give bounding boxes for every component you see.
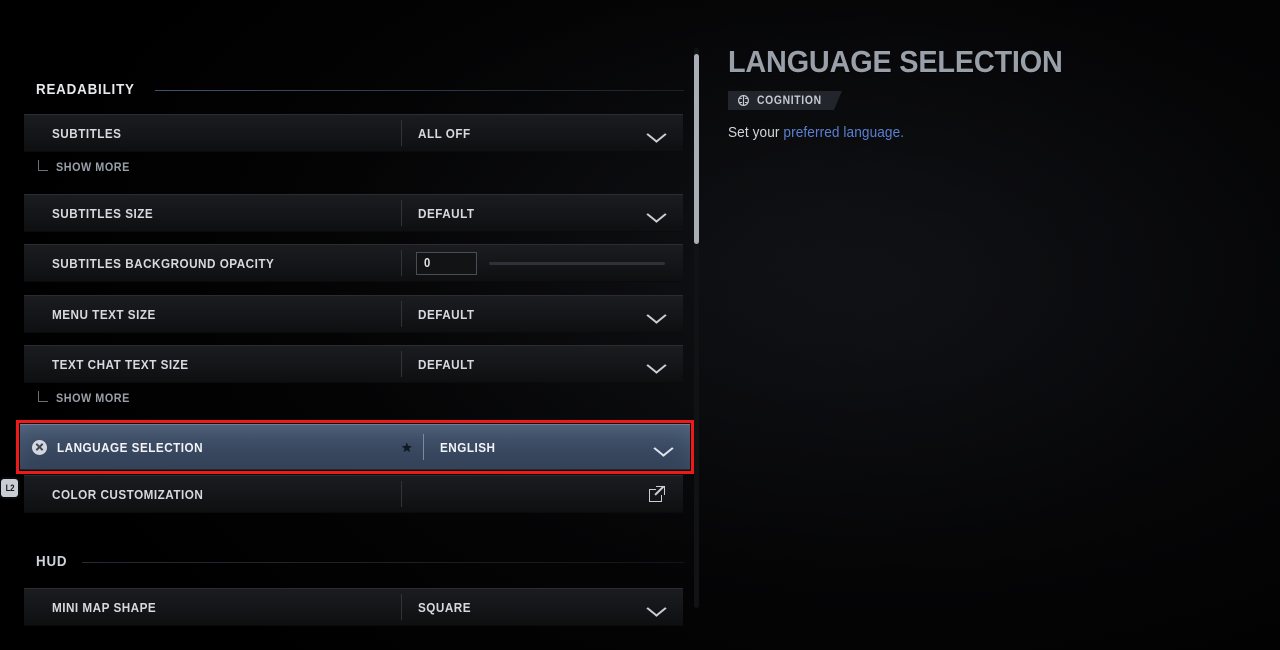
description-plain: Set your	[728, 125, 784, 141]
row-value-area[interactable]: 0	[402, 251, 683, 275]
external-link-icon[interactable]	[649, 485, 666, 502]
settings-list-pane: READABILITY SUBTITLES ALL OFF SHOW MORE …	[0, 0, 710, 650]
chevron-down-icon[interactable]	[648, 602, 665, 612]
setting-value: DEFAULT	[418, 205, 475, 221]
category-badge-label: COGNITION	[757, 94, 822, 107]
setting-label: LANGUAGE SELECTION	[57, 439, 204, 455]
setting-row-language-selection[interactable]: LANGUAGE SELECTION ★ ENGLISH	[20, 424, 690, 470]
row-value-area[interactable]: ALL OFF	[402, 126, 683, 141]
controller-button-label: L2	[5, 483, 14, 493]
setting-row-subtitles-size[interactable]: SUBTITLES SIZE DEFAULT	[24, 194, 683, 232]
setting-row-subtitles[interactable]: SUBTITLES ALL OFF	[24, 114, 683, 152]
row-value-area[interactable]: SQUARE	[402, 600, 683, 615]
ext-arrow	[655, 486, 665, 496]
chevron-down-icon[interactable]	[655, 442, 672, 452]
setting-value: ENGLISH	[439, 439, 496, 455]
category-badge: COGNITION	[728, 91, 842, 110]
row-label-area: SUBTITLES BACKGROUND OPACITY	[24, 256, 401, 271]
row-value-area[interactable]: DEFAULT	[402, 206, 683, 221]
row-label-area: SUBTITLES	[24, 126, 401, 141]
setting-row-color-customization[interactable]: COLOR CUSTOMIZATION	[24, 475, 683, 513]
tree-corner-icon	[38, 160, 48, 171]
favorite-star-icon[interactable]: ★	[401, 441, 413, 454]
tree-corner-icon	[38, 391, 48, 402]
row-label-area: TEXT CHAT TEXT SIZE	[24, 357, 401, 372]
setting-row-text-chat-text-size[interactable]: TEXT CHAT TEXT SIZE DEFAULT	[24, 345, 683, 383]
section-header-hud: HUD	[36, 554, 684, 570]
settings-screen: READABILITY SUBTITLES ALL OFF SHOW MORE …	[0, 0, 1280, 650]
opacity-value: 0	[424, 256, 431, 270]
chevron-down-icon[interactable]	[648, 208, 665, 218]
row-label-area: LANGUAGE SELECTION	[20, 439, 401, 455]
show-more-text-chat[interactable]: SHOW MORE	[38, 388, 138, 408]
setting-row-menu-text-size[interactable]: MENU TEXT SIZE DEFAULT	[24, 295, 683, 333]
description-text: Set your preferred language.	[728, 125, 1217, 141]
row-value-area[interactable]: DEFAULT	[402, 357, 683, 372]
restricted-icon	[32, 439, 47, 455]
chevron-down-icon[interactable]	[648, 359, 665, 369]
row-label-area: COLOR CUSTOMIZATION	[24, 487, 401, 502]
description-highlight: preferred language.	[783, 125, 905, 141]
setting-label: TEXT CHAT TEXT SIZE	[52, 356, 189, 372]
show-more-subtitles[interactable]: SHOW MORE	[38, 157, 138, 177]
controller-button-l2[interactable]: L2	[1, 479, 18, 497]
setting-value: SQUARE	[418, 599, 472, 615]
setting-label: SUBTITLES SIZE	[52, 205, 154, 221]
setting-row-mini-map-shape[interactable]: MINI MAP SHAPE SQUARE	[24, 588, 683, 626]
setting-label: SUBTITLES BACKGROUND OPACITY	[52, 255, 275, 271]
setting-label: MENU TEXT SIZE	[52, 306, 156, 322]
opacity-number-input[interactable]: 0	[416, 251, 477, 275]
setting-label: MINI MAP SHAPE	[52, 599, 157, 615]
show-more-label: SHOW MORE	[56, 391, 130, 405]
chevron-down-icon[interactable]	[648, 309, 665, 319]
row-value-area[interactable]: DEFAULT	[402, 307, 683, 322]
setting-row-subtitles-background-opacity[interactable]: SUBTITLES BACKGROUND OPACITY 0	[24, 244, 683, 282]
setting-label: COLOR CUSTOMIZATION	[52, 486, 204, 502]
setting-value: DEFAULT	[418, 356, 475, 372]
row-value-area[interactable]: ENGLISH	[424, 440, 690, 455]
cognition-icon	[737, 94, 750, 107]
page-title: LANGUAGE SELECTION	[728, 44, 1063, 79]
section-title: HUD	[36, 554, 68, 570]
row-label-area: SUBTITLES SIZE	[24, 206, 401, 221]
section-rule	[82, 561, 684, 563]
detail-info-pane: LANGUAGE SELECTION COGNITION Set your pr…	[728, 46, 1248, 141]
show-more-label: SHOW MORE	[56, 160, 130, 174]
setting-label: SUBTITLES	[52, 125, 122, 141]
section-header-readability: READABILITY	[36, 82, 684, 98]
setting-value: DEFAULT	[418, 306, 475, 322]
setting-value: ALL OFF	[418, 125, 471, 141]
row-label-area: MINI MAP SHAPE	[24, 600, 401, 615]
section-rule	[155, 89, 684, 91]
section-title: READABILITY	[36, 82, 135, 98]
chevron-down-icon[interactable]	[648, 128, 665, 138]
row-label-area: MENU TEXT SIZE	[24, 307, 401, 322]
row-value-area[interactable]	[402, 485, 683, 502]
scrollbar-thumb[interactable]	[694, 54, 699, 244]
opacity-slider[interactable]	[489, 261, 665, 265]
